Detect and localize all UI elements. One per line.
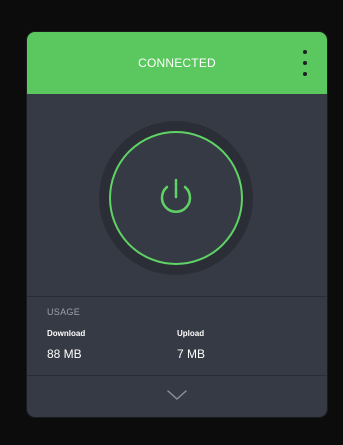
usage-title: USAGE [47, 307, 81, 317]
download-value: 88 MB [47, 347, 82, 361]
connection-status: CONNECTED [138, 56, 216, 70]
upload-label: Upload [177, 329, 205, 338]
power-button[interactable] [109, 131, 243, 265]
kebab-menu-icon[interactable] [301, 50, 309, 76]
menu-dot [303, 72, 307, 76]
menu-dot [303, 50, 307, 54]
vpn-widget: CONNECTED USAGE Download 88 MB Upload 7 … [27, 32, 327, 417]
download-label: Download [47, 329, 86, 338]
power-area [27, 94, 327, 326]
status-header: CONNECTED [27, 32, 327, 94]
usage-divider-top [27, 296, 327, 297]
usage-divider-bottom [27, 375, 327, 376]
menu-dot [303, 61, 307, 65]
upload-value: 7 MB [177, 347, 206, 361]
chevron-down-icon[interactable] [165, 388, 189, 407]
power-icon [160, 178, 192, 213]
